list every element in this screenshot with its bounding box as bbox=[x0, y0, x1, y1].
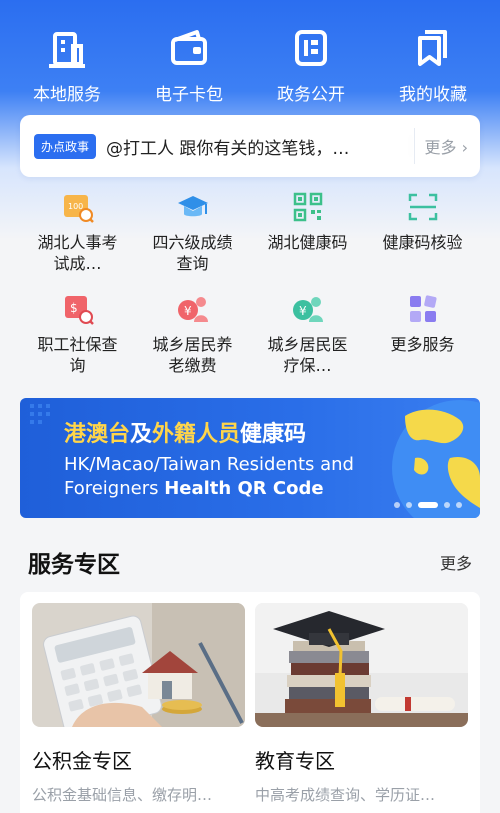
card-title: 教育专区 bbox=[255, 749, 335, 773]
service-social-security[interactable]: $ 职工社保查询 bbox=[20, 292, 135, 384]
service-label: 湖北健康码 bbox=[267, 233, 348, 252]
banner-english-line1: HK/Macao/Taiwan Residents and bbox=[64, 454, 354, 475]
service-medical-insurance[interactable]: ¥ 城乡居民医疗保… bbox=[250, 292, 365, 384]
medical-icon: ¥ bbox=[292, 297, 323, 322]
carousel-dot[interactable] bbox=[444, 502, 450, 508]
card-education[interactable]: 教育专区 中高考成绩查询、学历证… bbox=[255, 603, 468, 813]
svg-text:100: 100 bbox=[68, 202, 83, 211]
carousel-dot[interactable] bbox=[456, 502, 462, 508]
carousel-dot[interactable] bbox=[394, 502, 400, 508]
service-label: 健康码核验 bbox=[382, 233, 463, 252]
card-subtitle: 中高考成绩查询、学历证… bbox=[255, 786, 436, 804]
divider bbox=[413, 128, 415, 164]
service-label: 湖北人事考试成… bbox=[37, 233, 118, 273]
svg-text:¥: ¥ bbox=[299, 304, 307, 318]
service-hubei-health-code[interactable]: 湖北健康码 bbox=[250, 190, 365, 282]
qr-code-icon bbox=[293, 192, 322, 222]
more-apps-icon bbox=[409, 295, 437, 322]
card-title: 公积金专区 bbox=[32, 749, 132, 773]
banner-title: 港澳台及外籍人员健康码 bbox=[64, 416, 306, 448]
svg-text:$: $ bbox=[70, 301, 78, 315]
scan-icon bbox=[408, 193, 437, 221]
service-health-code-verify[interactable]: 健康码核验 bbox=[365, 190, 480, 282]
service-hubei-exam-score[interactable]: 100 湖北人事考试成… bbox=[20, 190, 135, 282]
notice-more-label: 更多 bbox=[424, 138, 457, 157]
banner-english-bold: Health QR Code bbox=[164, 478, 324, 499]
document-icon bbox=[295, 30, 327, 66]
svg-text:¥: ¥ bbox=[184, 304, 192, 318]
card-subtitle: 公积金基础信息、缴存明… bbox=[32, 786, 213, 804]
wallet-icon bbox=[171, 30, 207, 65]
banner-title-hl1: 港澳台 bbox=[64, 422, 131, 447]
service-label: 城乡居民养老缴费 bbox=[152, 335, 233, 375]
banner-english-line2: Foreigners Health QR Code bbox=[64, 478, 324, 499]
service-zone-cards: 公积金专区 公积金基础信息、缴存明… 教育专区 中高考成绩查询、学历证… bbox=[20, 592, 480, 813]
service-more[interactable]: 更多服务 bbox=[365, 292, 480, 384]
banner-title-mid: 及 bbox=[130, 422, 153, 447]
service-label: 职工社保查询 bbox=[37, 335, 118, 375]
nav-label: 政务公开 bbox=[277, 85, 345, 105]
notice-badge: 办点政事 bbox=[34, 133, 97, 159]
social-security-icon: $ bbox=[64, 296, 94, 325]
section-title: 服务专区 bbox=[28, 552, 120, 578]
notice-text[interactable]: @打工人 跟你有关的这笔钱，… bbox=[106, 134, 403, 159]
nav-label: 我的收藏 bbox=[399, 85, 467, 105]
carousel-dot-active[interactable] bbox=[418, 502, 438, 508]
pension-icon: ¥ bbox=[177, 297, 208, 322]
banner-english-prefix: Foreigners bbox=[64, 478, 165, 499]
service-cet-score[interactable]: 四六级成绩查询 bbox=[135, 190, 250, 282]
exam-score-icon: 100 bbox=[63, 195, 94, 223]
nav-label: 电子卡包 bbox=[155, 85, 223, 105]
service-pension-payment[interactable]: ¥ 城乡居民养老缴费 bbox=[135, 292, 250, 384]
promo-banner[interactable]: 港澳台及外籍人员健康码 HK/Macao/Taiwan Residents an… bbox=[20, 398, 480, 518]
service-grid: 100 湖北人事考试成… 四六级成绩查询 湖北健康码 健康码核验 $ 职工社保查… bbox=[20, 190, 480, 384]
notice-bar[interactable]: 办点政事 @打工人 跟你有关的这笔钱，… 更多 › bbox=[20, 115, 480, 177]
service-zone-header: 服务专区 更多 bbox=[0, 532, 500, 592]
card-housing-fund[interactable]: 公积金专区 公积金基础信息、缴存明… bbox=[32, 603, 245, 813]
graduation-cap-icon bbox=[177, 196, 208, 217]
building-icon bbox=[49, 32, 85, 68]
education-image bbox=[255, 603, 468, 727]
service-label: 四六级成绩查询 bbox=[152, 233, 233, 273]
notice-more-link[interactable]: 更多 › bbox=[425, 134, 469, 158]
service-label: 城乡居民医疗保… bbox=[267, 335, 348, 375]
carousel-dot[interactable] bbox=[406, 502, 412, 508]
section-more-link[interactable]: 更多 bbox=[440, 550, 472, 574]
top-nav: 本地服务 电子卡包 政务公开 我的收藏 bbox=[0, 0, 500, 110]
service-label: 更多服务 bbox=[390, 335, 455, 354]
nav-local-services[interactable]: 本地服务 bbox=[7, 0, 127, 110]
nav-gov-affairs[interactable]: 政务公开 bbox=[251, 0, 371, 110]
nav-label: 本地服务 bbox=[33, 85, 101, 105]
banner-title-hl2: 外籍人员 bbox=[152, 422, 241, 447]
nav-e-wallet[interactable]: 电子卡包 bbox=[129, 0, 249, 110]
nav-my-favorites[interactable]: 我的收藏 bbox=[373, 0, 493, 110]
bookmark-icon bbox=[418, 30, 447, 66]
banner-title-tail: 健康码 bbox=[240, 422, 307, 447]
housing-fund-image bbox=[32, 603, 245, 735]
carousel-indicator bbox=[394, 502, 462, 508]
